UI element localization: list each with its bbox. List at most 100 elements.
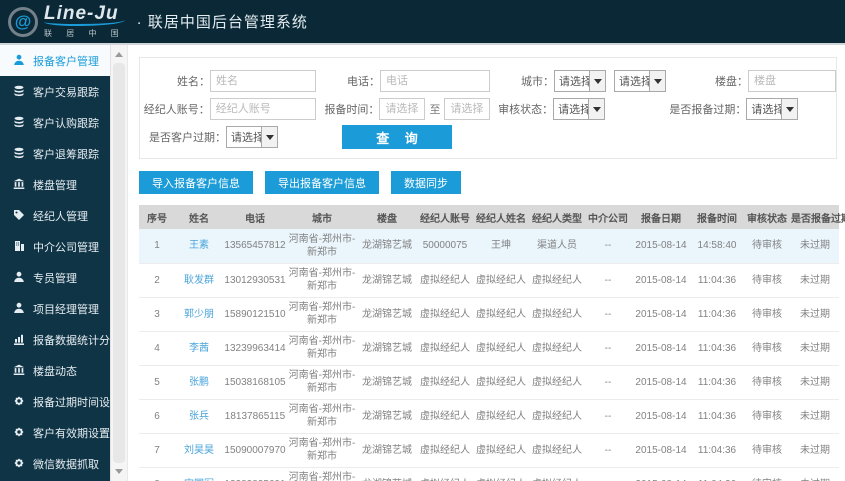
toolbar: 导入报备客户信息 导出报备客户信息 数据同步 <box>139 171 837 194</box>
logo-subtitle: 联 居 中 国 <box>44 28 125 38</box>
customer-name-link[interactable]: 郭少朋 <box>175 297 223 332</box>
table-cell: 虚拟经纪人 <box>473 297 529 332</box>
sidebar-menu: 报备客户管理客户交易跟踪 客户认购跟踪 客户退筹跟踪 楼盘管理经纪人管理中介公司管理专… <box>0 45 110 481</box>
table-row: 3 郭少朋 15890121510 河南省-郑州市-新郑市 龙湖锦艺城 虚拟经纪人 虚拟经纪… <box>139 297 839 332</box>
table-cell: 未过期 <box>791 229 839 264</box>
table-cell: 待审核 <box>743 467 791 481</box>
sidebar-item-agent-management[interactable]: 经纪人管理 <box>0 200 110 231</box>
scroll-up-button[interactable] <box>111 47 127 62</box>
main-content: 姓名： 电话： 城市： 请选择 请选择 楼盘： 经纪人账号： 报备时间： <box>129 45 845 481</box>
scrollbar-thumb[interactable] <box>113 63 125 463</box>
table-cell: 未过期 <box>791 331 839 366</box>
table-row: 5 张鹏 15038168105 河南省-郑州市-新郑市 龙湖锦艺城 虚拟经纪人 虚拟经纪人… <box>139 365 839 400</box>
table-cell: 虚拟经纪人 <box>529 399 585 434</box>
agent-account-input[interactable] <box>209 98 316 120</box>
report-table-body: 1 王素 13565457812 河南省-郑州市-新郑市 龙湖锦艺城 50000075 王坤… <box>139 229 839 481</box>
sidebar-item-label: 中介公司管理 <box>33 241 99 254</box>
scroll-down-button[interactable] <box>111 464 127 479</box>
sidebar-item-building-management[interactable]: 楼盘管理 <box>0 169 110 200</box>
sidebar-item-customer-trade-tracking[interactable]: 客户交易跟踪 <box>0 76 110 107</box>
export-report-customers-button[interactable]: 导出报备客户信息 <box>265 171 379 194</box>
customer-name-link[interactable]: 耿发群 <box>175 263 223 298</box>
table-cell: 龙湖锦艺城 <box>357 399 417 434</box>
customer-name-link[interactable]: 张兵 <box>175 399 223 434</box>
table-cell: 虚拟经纪人 <box>417 331 473 366</box>
sidebar-item-wechat-data-fetch[interactable]: 微信数据抓取 <box>0 448 110 479</box>
table-cell: 虚拟经纪人 <box>417 297 473 332</box>
column-header: 审核状态 <box>743 205 791 229</box>
customer-name-link[interactable]: 李茜 <box>175 331 223 366</box>
table-cell: 11:04:36 <box>691 467 743 481</box>
table-cell: 待审核 <box>743 263 791 298</box>
table-cell: -- <box>585 399 631 434</box>
import-report-customers-button[interactable]: 导入报备客户信息 <box>139 171 253 194</box>
sidebar-item-customer-subscribe-tracking[interactable]: 客户认购跟踪 <box>0 107 110 138</box>
logo-brand-text: Line-Ju <box>44 4 125 26</box>
sidebar-item-report-customer-management[interactable]: 报备客户管理 <box>0 45 110 76</box>
user-icon <box>13 271 26 284</box>
table-cell: 龙湖锦艺城 <box>357 331 417 366</box>
table-cell: 14:58:40 <box>691 229 743 264</box>
phone-input[interactable] <box>380 70 490 92</box>
sidebar-scrollbar[interactable] <box>110 45 128 481</box>
sidebar-item-building-news[interactable]: 楼盘动态 <box>0 355 110 386</box>
tag-icon <box>13 209 26 222</box>
sidebar-item-report-statistics-analysis[interactable]: 报备数据统计分析 <box>0 324 110 355</box>
system-title: · 联居中国后台管理系统 <box>136 14 308 31</box>
sidebar-item-agency-company-management[interactable]: 中介公司管理 <box>0 231 110 262</box>
table-cell: 待审核 <box>743 229 791 264</box>
name-input[interactable] <box>210 70 316 92</box>
table-row: 4 李茜 13239963414 河南省-郑州市-新郑市 龙湖锦艺城 虚拟经纪人 虚拟经纪人… <box>139 331 839 366</box>
table-cell: 15038168105 <box>223 365 287 400</box>
query-button[interactable]: 查 询 <box>342 125 452 149</box>
report-customers-table: 序号 姓名 电话 城市 楼盘 经纪人账号 经纪人姓名 经纪人类型 中介公司 报备日期 报备时间 审核状… <box>139 205 845 481</box>
table-cell: 待审核 <box>743 365 791 400</box>
chevron-down-icon <box>261 127 277 147</box>
customer-name-link[interactable]: 王素 <box>175 229 223 264</box>
building-input[interactable] <box>748 70 836 92</box>
sidebar-item-customer-validity-settings[interactable]: 客户有效期设置 <box>0 417 110 448</box>
table-cell: 50000075 <box>417 229 473 264</box>
table-cell: 13283835691 <box>223 467 287 481</box>
table-cell: 龙湖锦艺城 <box>357 433 417 468</box>
table-cell: 6 <box>139 399 175 434</box>
table-cell: 虚拟经纪人 <box>473 467 529 481</box>
report-time-start-input[interactable] <box>379 98 426 120</box>
sidebar-item-project-manager-management[interactable]: 项目经理管理 <box>0 293 110 324</box>
table-cell: 龙湖锦艺城 <box>357 229 417 264</box>
sidebar-item-customer-refund-tracking[interactable]: 客户退筹跟踪 <box>0 138 110 169</box>
table-cell: 龙湖锦艺城 <box>357 467 417 481</box>
sidebar-item-label: 报备客户管理 <box>33 55 99 68</box>
table-cell: 虚拟经纪人 <box>529 467 585 481</box>
table-cell: 2015-08-14 <box>631 229 691 264</box>
select-value: 请选择 <box>231 132 261 144</box>
chevron-down-icon <box>649 71 665 91</box>
city-city-select[interactable]: 请选择 <box>614 70 666 92</box>
table-cell: 5 <box>139 365 175 400</box>
table-cell: -- <box>585 365 631 400</box>
table-cell: 未过期 <box>791 365 839 400</box>
customer-name-link[interactable]: 宋国军 <box>175 467 223 481</box>
sidebar-item-specialist-management[interactable]: 专员管理 <box>0 262 110 293</box>
sidebar-item-report-expiry-time-settings[interactable]: 报备过期时间设置 <box>0 386 110 417</box>
report-expired-select[interactable]: 请选择 <box>746 98 799 120</box>
city-province-select[interactable]: 请选择 <box>554 70 606 92</box>
customer-name-link[interactable]: 刘昊昊 <box>175 433 223 468</box>
table-cell: 虚拟经纪人 <box>417 467 473 481</box>
audit-status-select[interactable]: 请选择 <box>553 98 606 120</box>
table-cell: 待审核 <box>743 399 791 434</box>
column-header: 中介公司 <box>585 205 631 229</box>
customer-expired-label: 是否客户过期： <box>149 132 226 144</box>
table-cell: 8 <box>139 467 175 481</box>
customer-expired-select[interactable]: 请选择 <box>226 126 278 148</box>
table-row: 1 王素 13565457812 河南省-郑州市-新郑市 龙湖锦艺城 50000075 王坤… <box>139 229 839 264</box>
app-logo: @ Line-Ju 联 居 中 国 <box>8 4 125 39</box>
table-cell: 15090007970 <box>223 433 287 468</box>
table-cell: 11:04:36 <box>691 433 743 468</box>
sidebar-item-label: 经纪人管理 <box>33 210 88 223</box>
building-label: 楼盘： <box>715 76 748 88</box>
customer-name-link[interactable]: 张鹏 <box>175 365 223 400</box>
table-cell: 13565457812 <box>223 229 287 264</box>
report-time-end-input[interactable] <box>444 98 491 120</box>
data-sync-button[interactable]: 数据同步 <box>391 171 461 194</box>
